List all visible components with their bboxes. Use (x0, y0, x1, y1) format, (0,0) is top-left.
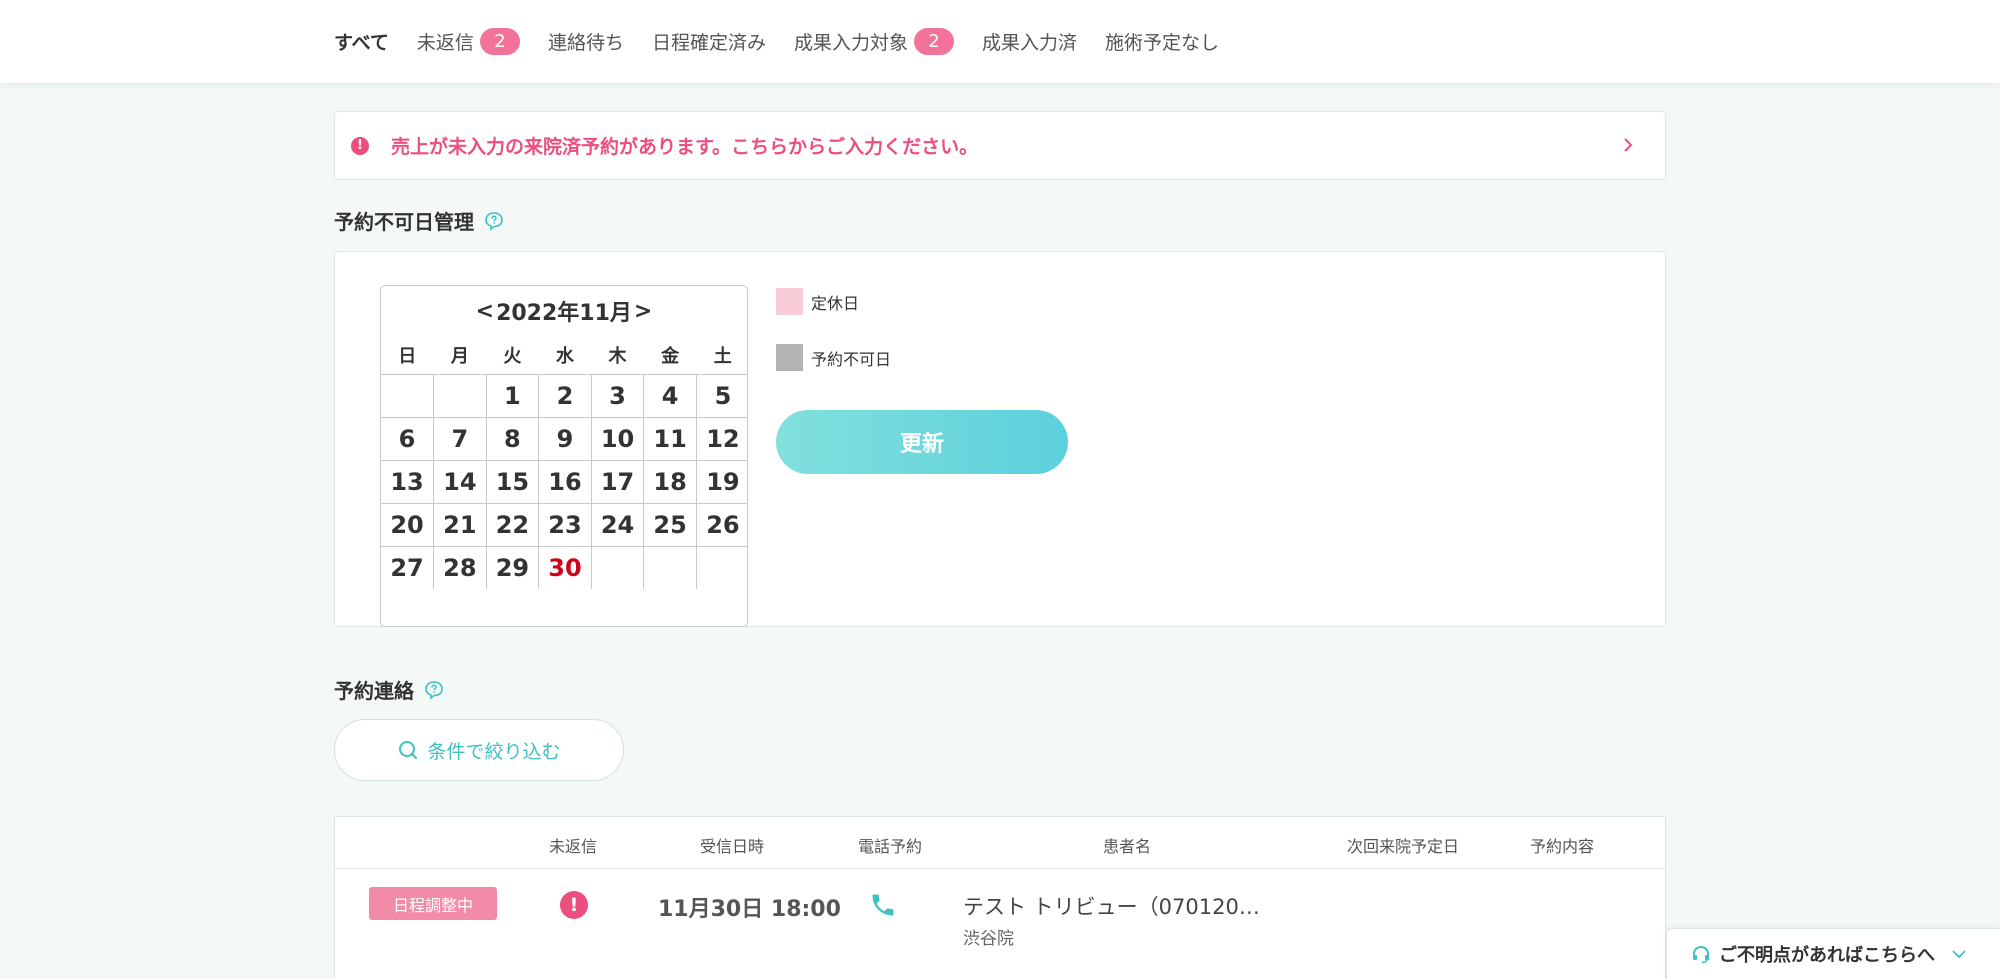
weekday-label: 月 (433, 336, 487, 375)
col-content: 予約内容 (1530, 837, 1595, 856)
weekday-label: 火 (486, 336, 539, 375)
weekday-label: 日 (381, 336, 434, 375)
top-tab-bar: すべて 未返信 2 連絡待ち 日程確定済み 成果入力対象 2 成果入力済 施術予定な… (0, 0, 2000, 83)
next-month-button[interactable]: > (632, 299, 654, 324)
help-widget-text: ご不明点があればこちらへ (1719, 945, 1935, 966)
table-header: 未返信 受信日時 電話予約 患者名 次回来院予定日 予約内容 (335, 817, 1665, 869)
calendar-day[interactable]: 11 (643, 416, 697, 461)
calendar-empty-cell (643, 545, 697, 589)
phone-icon (872, 894, 894, 916)
calendar-day[interactable]: 19 (695, 459, 747, 504)
calendar-day[interactable]: 9 (538, 416, 592, 461)
calendar-empty-cell (695, 545, 747, 589)
calendar-day[interactable]: 7 (433, 416, 487, 461)
status-badge: 日程調整中 (369, 887, 497, 920)
calendar-day[interactable]: 25 (643, 502, 697, 547)
calendar-day[interactable]: 12 (695, 416, 747, 461)
chevron-right-icon (1624, 138, 1633, 152)
calendar-day[interactable]: 20 (381, 502, 435, 547)
calendar-day[interactable]: 14 (433, 459, 487, 504)
col-patient: 患者名 (1103, 837, 1152, 856)
tab-scheduled[interactable]: 日程確定済み (652, 26, 766, 56)
calendar-day[interactable]: 15 (485, 459, 540, 504)
calendar: < 2022年11月 > 日 月 火 水 木 金 土 1 2 3 4 5 6 7 8 9 10 11… (380, 285, 748, 627)
calendar-day[interactable]: 30 (538, 545, 592, 589)
calendar-day[interactable]: 2 (538, 373, 592, 418)
received-datetime: 11月30日 18:00 (658, 897, 841, 922)
status-tabs: すべて 未返信 2 連絡待ち 日程確定済み 成果入力対象 2 成果入力済 施術予定な… (334, 26, 1247, 56)
calendar-day[interactable]: 23 (538, 502, 592, 547)
help-widget[interactable]: ご不明点があればこちらへ (1666, 928, 2000, 979)
calendar-day[interactable]: 28 (433, 545, 487, 589)
calendar-empty-cell (590, 545, 645, 589)
holiday-swatch (776, 288, 803, 315)
headset-icon (1693, 945, 1709, 964)
help-icon[interactable] (484, 211, 504, 231)
calendar-day[interactable]: 10 (590, 416, 645, 461)
reservation-contact-title: 予約連絡 (334, 675, 444, 704)
calendar-empty-cell (381, 373, 435, 418)
calendar-day[interactable]: 22 (485, 502, 540, 547)
sales-input-alert[interactable]: ! 売上が未入力の来院済予約があります。こちらからご入力ください。 (334, 111, 1666, 180)
tab-result-pending[interactable]: 成果入力対象 2 (794, 26, 954, 56)
col-received: 受信日時 (700, 837, 765, 856)
legend-unavailable: 予約不可日 (776, 344, 891, 371)
calendar-day[interactable]: 4 (643, 373, 697, 418)
weekday-label: 木 (591, 336, 644, 375)
tab-no-treatment[interactable]: 施術予定なし (1105, 26, 1219, 56)
legend-holiday: 定休日 (776, 288, 859, 315)
calendar-day[interactable]: 27 (381, 545, 435, 589)
update-button[interactable]: 更新 (776, 410, 1068, 474)
table-row[interactable]: 日程調整中 ! 11月30日 18:00 テスト トリビュー（070120… 渋… (335, 869, 1665, 979)
calendar-day[interactable]: 24 (590, 502, 645, 547)
count-badge: 2 (479, 27, 520, 55)
tab-result-entered[interactable]: 成果入力済 (982, 26, 1077, 56)
weekday-label: 土 (696, 336, 747, 375)
exclamation-icon: ! (351, 136, 369, 155)
tab-waiting[interactable]: 連絡待ち (548, 26, 624, 56)
calendar-empty-cell (433, 373, 487, 418)
col-next-visit: 次回来院予定日 (1347, 837, 1460, 856)
prev-month-button[interactable]: < (474, 299, 496, 324)
calendar-day[interactable]: 17 (590, 459, 645, 504)
calendar-day[interactable]: 26 (695, 502, 747, 547)
chevron-down-icon (1952, 950, 1966, 959)
calendar-day[interactable]: 13 (381, 459, 435, 504)
calendar-day[interactable]: 29 (485, 545, 540, 589)
reservation-table: 未返信 受信日時 電話予約 患者名 次回来院予定日 予約内容 日程調整中 ! 1… (334, 816, 1666, 979)
calendar-day[interactable]: 3 (590, 373, 645, 418)
clinic-name: 渋谷院 (963, 929, 1014, 949)
calendar-grid: 日 月 火 水 木 金 土 1 2 3 4 5 6 7 8 9 10 11 12 13 14 15 16 17 1… (381, 336, 747, 589)
calendar-day[interactable]: 8 (485, 416, 540, 461)
tab-unreplied[interactable]: 未返信 2 (417, 26, 520, 56)
col-phone: 電話予約 (858, 837, 923, 856)
unavailable-swatch (776, 344, 803, 371)
calendar-day[interactable]: 6 (381, 416, 435, 461)
calendar-day[interactable]: 1 (485, 373, 540, 418)
help-icon[interactable] (424, 680, 444, 700)
unavailable-days-title: 予約不可日管理 (334, 206, 504, 235)
calendar-month-label: 2022年11月 (496, 301, 632, 326)
calendar-day[interactable]: 18 (643, 459, 697, 504)
filter-button[interactable]: 条件で絞り込む (334, 719, 624, 781)
calendar-day[interactable]: 16 (538, 459, 592, 504)
unreplied-icon: ! (560, 891, 588, 919)
count-badge: 2 (913, 27, 954, 55)
calendar-header: < 2022年11月 > (381, 286, 747, 336)
calendar-day[interactable]: 21 (433, 502, 487, 547)
alert-text: 売上が未入力の来院済予約があります。こちらからご入力ください。 (391, 136, 979, 158)
weekday-label: 水 (538, 336, 592, 375)
unavailable-days-panel: < 2022年11月 > 日 月 火 水 木 金 土 1 2 3 4 5 6 7 8 9 10 11… (334, 251, 1666, 627)
calendar-day[interactable]: 5 (695, 373, 747, 418)
patient-name: テスト トリビュー（070120… (963, 895, 1260, 919)
tab-all[interactable]: すべて (334, 26, 389, 56)
col-unreplied: 未返信 (549, 837, 598, 856)
weekday-label: 金 (643, 336, 697, 375)
search-icon (399, 741, 418, 759)
